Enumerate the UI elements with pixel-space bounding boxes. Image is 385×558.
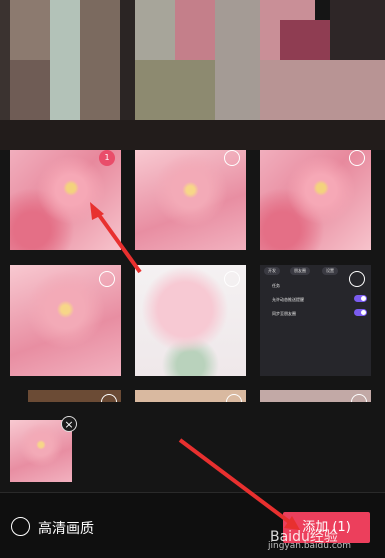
preview-block <box>10 0 50 60</box>
media-thumbnail-settings[interactable]: 开发 朋友圈 设置 任务 允许动态推送提醒 同步至朋友圈 <box>260 265 371 376</box>
preview-block <box>175 0 215 60</box>
select-circle[interactable] <box>99 271 115 287</box>
preview-block <box>50 0 80 120</box>
remove-selected-button[interactable]: × <box>61 416 77 432</box>
preview-block <box>10 60 50 120</box>
settings-row-label: 允许动态推送提醒 <box>272 297 304 302</box>
preview-block <box>260 60 385 120</box>
select-circle[interactable] <box>349 271 365 287</box>
preview-block <box>215 0 260 120</box>
preview-block <box>135 60 215 120</box>
media-thumbnail[interactable]: 1 <box>10 150 121 250</box>
settings-pill: 设置 <box>322 267 338 275</box>
settings-row-label: 任务 <box>272 283 280 288</box>
toggle-switch <box>354 309 367 316</box>
preview-block <box>0 120 385 150</box>
preview-block <box>135 0 175 60</box>
selected-strip <box>0 402 385 492</box>
media-thumbnail[interactable] <box>10 265 121 376</box>
preview-block <box>330 0 385 60</box>
settings-pill: 开发 <box>264 267 280 275</box>
select-circle[interactable] <box>224 271 240 287</box>
toggle-switch <box>354 295 367 302</box>
settings-row-label: 同步至朋友圈 <box>272 311 296 316</box>
media-thumbnail[interactable] <box>260 150 371 250</box>
media-thumbnail[interactable] <box>135 265 246 376</box>
preview-area <box>0 0 385 150</box>
select-circle[interactable] <box>349 150 365 166</box>
selected-index-badge[interactable]: 1 <box>99 150 115 166</box>
settings-pill: 朋友圈 <box>290 267 310 275</box>
preview-block <box>80 0 120 120</box>
baidu-watermark-url: jingyan.baidu.com <box>268 541 352 551</box>
media-thumbnail[interactable] <box>135 150 246 250</box>
hd-quality-radio[interactable] <box>11 517 30 536</box>
select-circle[interactable] <box>224 150 240 166</box>
hd-quality-label[interactable]: 高清画质 <box>38 518 94 538</box>
